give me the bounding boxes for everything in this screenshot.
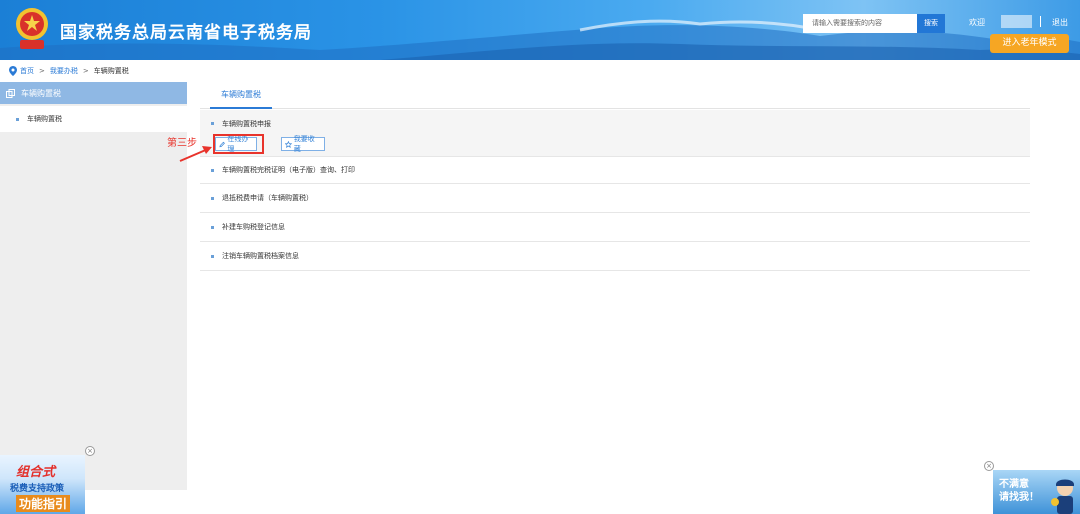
add-favorite-button[interactable]: 我要收藏 bbox=[281, 135, 325, 153]
service-label: 车辆购置税申报 bbox=[222, 120, 271, 128]
service-row-certificate[interactable]: 车辆购置税完税证明（电子版）查询、打印 bbox=[200, 157, 1030, 183]
app-root: 国家税务总局云南省电子税务局 请输入需要搜索的内容 搜索 欢迎 退出 进入老年模… bbox=[0, 0, 1080, 514]
service-row-cancel-archive[interactable]: 注销车辆购置税档案信息 bbox=[200, 242, 1030, 270]
tax-emblem-icon bbox=[16, 8, 48, 49]
service-label: 注销车辆购置税档案信息 bbox=[222, 252, 299, 260]
active-tab-indicator bbox=[210, 107, 272, 109]
service-label: 补建车购税登记信息 bbox=[222, 223, 285, 231]
breadcrumb-separator: > bbox=[39, 67, 45, 75]
service-label: 车辆购置税完税证明（电子版）查询、打印 bbox=[222, 166, 355, 174]
breadcrumb-tax-services[interactable]: 我要办税 bbox=[50, 66, 78, 76]
banner-headline: 组合式 bbox=[16, 465, 56, 480]
service-row-refund[interactable]: 退抵税费申请（车辆购置税） bbox=[200, 184, 1030, 212]
bullet-icon bbox=[211, 254, 214, 258]
feedback-banner[interactable]: 不满意 请找我！ bbox=[993, 470, 1080, 514]
tab-bar-divider bbox=[200, 108, 1030, 109]
location-pin-icon bbox=[9, 66, 17, 76]
bullet-icon bbox=[211, 196, 214, 200]
banner-cta: 功能指引 bbox=[16, 495, 71, 512]
sidebar-item-label: 车辆购置税 bbox=[27, 115, 62, 123]
star-icon bbox=[285, 140, 292, 148]
tab-vehicle-purchase-tax[interactable]: 车辆购置税 bbox=[210, 86, 272, 106]
feedback-line-2: 请找我！ bbox=[999, 492, 1039, 503]
sidebar-header[interactable]: 车辆购置税 bbox=[0, 82, 187, 104]
copy-icon bbox=[6, 88, 15, 98]
service-row-registration[interactable]: 补建车购税登记信息 bbox=[200, 213, 1030, 241]
bullet-icon bbox=[16, 117, 19, 121]
annotation-highlight-box bbox=[213, 134, 264, 154]
breadcrumb-current: 车辆购置税 bbox=[93, 67, 129, 75]
site-title: 国家税务总局云南省电子税务局 bbox=[60, 23, 312, 43]
breadcrumb: 首页 > 我要办税 > 车辆购置税 bbox=[9, 65, 129, 77]
sidebar-item-vehicle-purchase-tax[interactable]: 车辆购置税 bbox=[0, 106, 187, 132]
sidebar-header-label: 车辆购置税 bbox=[21, 88, 61, 98]
feedback-text: 不满意 请找我！ bbox=[999, 478, 1039, 504]
logout-link[interactable]: 退出 bbox=[1052, 17, 1068, 28]
policy-guide-banner[interactable]: 组合式 税费支持政策 功能指引 bbox=[0, 455, 85, 514]
row-divider bbox=[200, 270, 1030, 271]
welcome-text: 欢迎 bbox=[969, 18, 985, 27]
bullet-icon bbox=[211, 168, 214, 172]
search-button[interactable]: 搜索 bbox=[917, 14, 945, 33]
site-header: 国家税务总局云南省电子税务局 请输入需要搜索的内容 搜索 欢迎 退出 进入老年模… bbox=[0, 0, 1080, 60]
search-input[interactable]: 请输入需要搜索的内容 bbox=[803, 14, 917, 33]
username-masked bbox=[1001, 15, 1032, 28]
header-divider bbox=[1040, 16, 1041, 27]
elder-mode-button[interactable]: 进入老年模式 bbox=[990, 34, 1069, 53]
add-favorite-label: 我要收藏 bbox=[293, 135, 315, 153]
sidebar: 车辆购置税 车辆购置税 bbox=[0, 82, 187, 490]
service-label: 退抵税费申请（车辆购置税） bbox=[222, 194, 313, 202]
breadcrumb-home[interactable]: 首页 bbox=[20, 66, 34, 76]
banner-subtitle: 税费支持政策 bbox=[10, 484, 65, 494]
feedback-line-1: 不满意 bbox=[999, 479, 1029, 490]
close-ad-left-icon[interactable]: × bbox=[85, 446, 95, 456]
officer-mascot-icon bbox=[1051, 479, 1074, 514]
bullet-icon bbox=[211, 225, 214, 229]
bullet-icon bbox=[211, 122, 214, 125]
breadcrumb-separator: > bbox=[82, 67, 89, 75]
